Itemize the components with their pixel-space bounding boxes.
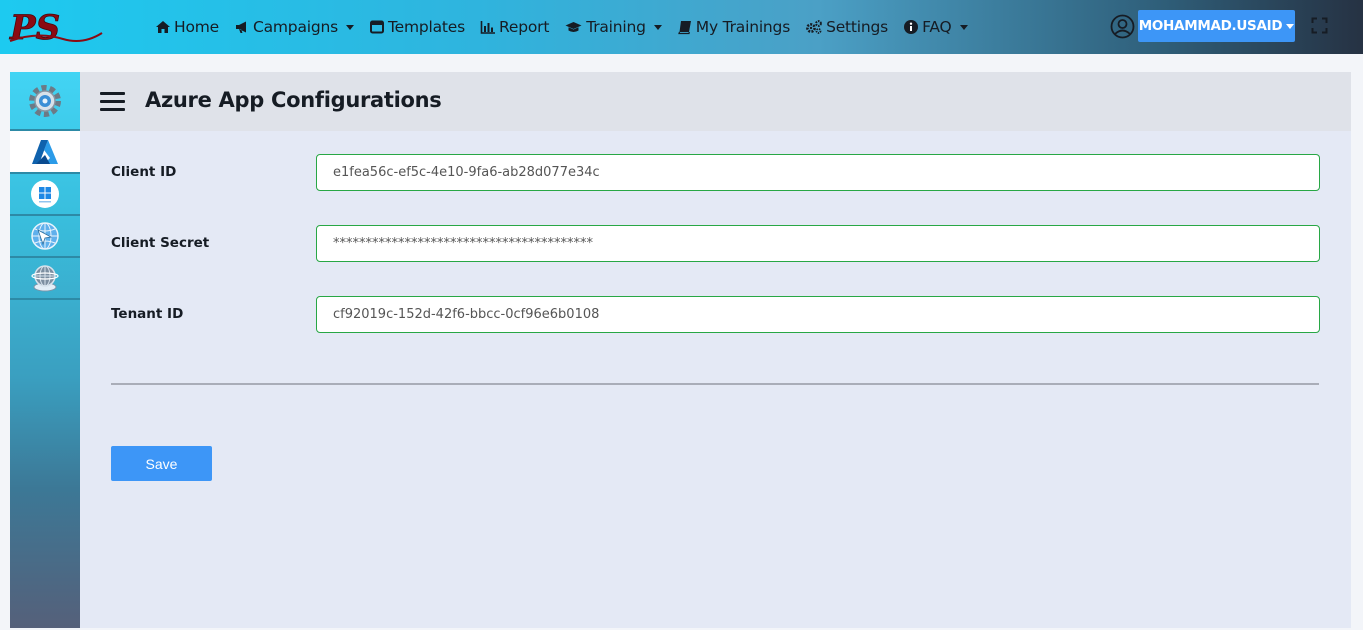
nav-home-label: Home — [174, 18, 219, 36]
tenant-id-label: Tenant ID — [111, 306, 184, 322]
sidebar-item-general-settings[interactable] — [10, 72, 80, 131]
nav-settings-label: Settings — [826, 18, 889, 36]
form-row-tenant-id: Tenant ID — [111, 296, 1321, 333]
client-secret-input[interactable] — [316, 225, 1320, 262]
chevron-down-icon — [653, 24, 662, 30]
sidebar-item-network[interactable] — [10, 216, 80, 258]
client-id-label: Client ID — [111, 164, 177, 180]
settings-sidebar — [10, 72, 80, 628]
graduation-cap-icon — [565, 22, 582, 32]
config-card: Azure App Configurations Client ID Clien… — [10, 72, 1351, 628]
chevron-down-icon — [1286, 23, 1295, 29]
windows-icon — [31, 180, 59, 208]
nav-my-trainings-label: My Trainings — [695, 18, 791, 36]
globe-network-icon — [31, 222, 59, 250]
page-title: Azure App Configurations — [145, 88, 442, 112]
nav-report-label: Report — [499, 18, 550, 36]
bar-chart-icon — [480, 21, 496, 34]
nav-training[interactable]: Training — [564, 18, 662, 36]
fullscreen-icon[interactable] — [1311, 17, 1328, 34]
client-id-input[interactable] — [316, 154, 1320, 191]
nav-my-trainings[interactable]: My Trainings — [677, 18, 790, 36]
cloud-globe-icon — [31, 265, 59, 292]
gear-icon — [29, 84, 61, 117]
brand-logo[interactable]: PS — [8, 9, 104, 45]
card-header: Azure App Configurations — [80, 72, 1351, 131]
chevron-down-icon — [959, 24, 968, 30]
nav-faq-label: FAQ — [922, 18, 952, 36]
chevron-down-icon — [346, 24, 354, 30]
sidebar-item-azure[interactable] — [10, 131, 80, 174]
sidebar-item-windows[interactable] — [10, 174, 80, 216]
user-circle-icon[interactable] — [1110, 14, 1135, 39]
sidebar-item-cloud[interactable] — [10, 258, 80, 300]
form-divider — [111, 383, 1319, 385]
hamburger-menu-icon[interactable] — [100, 92, 125, 112]
nav-campaigns[interactable]: Campaigns — [234, 18, 354, 36]
nav-training-label: Training — [586, 18, 646, 36]
nav-report[interactable]: Report — [480, 18, 549, 36]
top-navbar: PS Home Campaigns Templates Report Train… — [0, 0, 1363, 54]
home-icon — [156, 21, 170, 33]
user-name: MOHAMMAD.USAID — [1138, 18, 1283, 34]
form-row-client-id: Client ID — [111, 154, 1321, 191]
nav-campaigns-label: Campaigns — [252, 18, 338, 36]
nav-templates-label: Templates — [388, 18, 466, 36]
tenant-id-input[interactable] — [316, 296, 1320, 333]
nav-templates[interactable]: Templates — [369, 18, 465, 36]
client-secret-label: Client Secret — [111, 235, 210, 251]
bullhorn-icon — [235, 21, 246, 33]
save-button[interactable]: Save — [111, 446, 212, 481]
nav-faq[interactable]: FAQ — [903, 18, 968, 36]
user-menu-button[interactable]: MOHAMMAD.USAID — [1138, 10, 1295, 42]
form-row-client-secret: Client Secret — [111, 225, 1321, 262]
nav-settings[interactable]: Settings — [805, 18, 888, 36]
nav-home[interactable]: Home — [155, 18, 219, 36]
gears-icon — [806, 20, 822, 34]
azure-icon — [32, 139, 58, 164]
window-icon — [370, 20, 384, 34]
book-icon — [677, 21, 691, 35]
info-circle-icon — [904, 20, 919, 34]
